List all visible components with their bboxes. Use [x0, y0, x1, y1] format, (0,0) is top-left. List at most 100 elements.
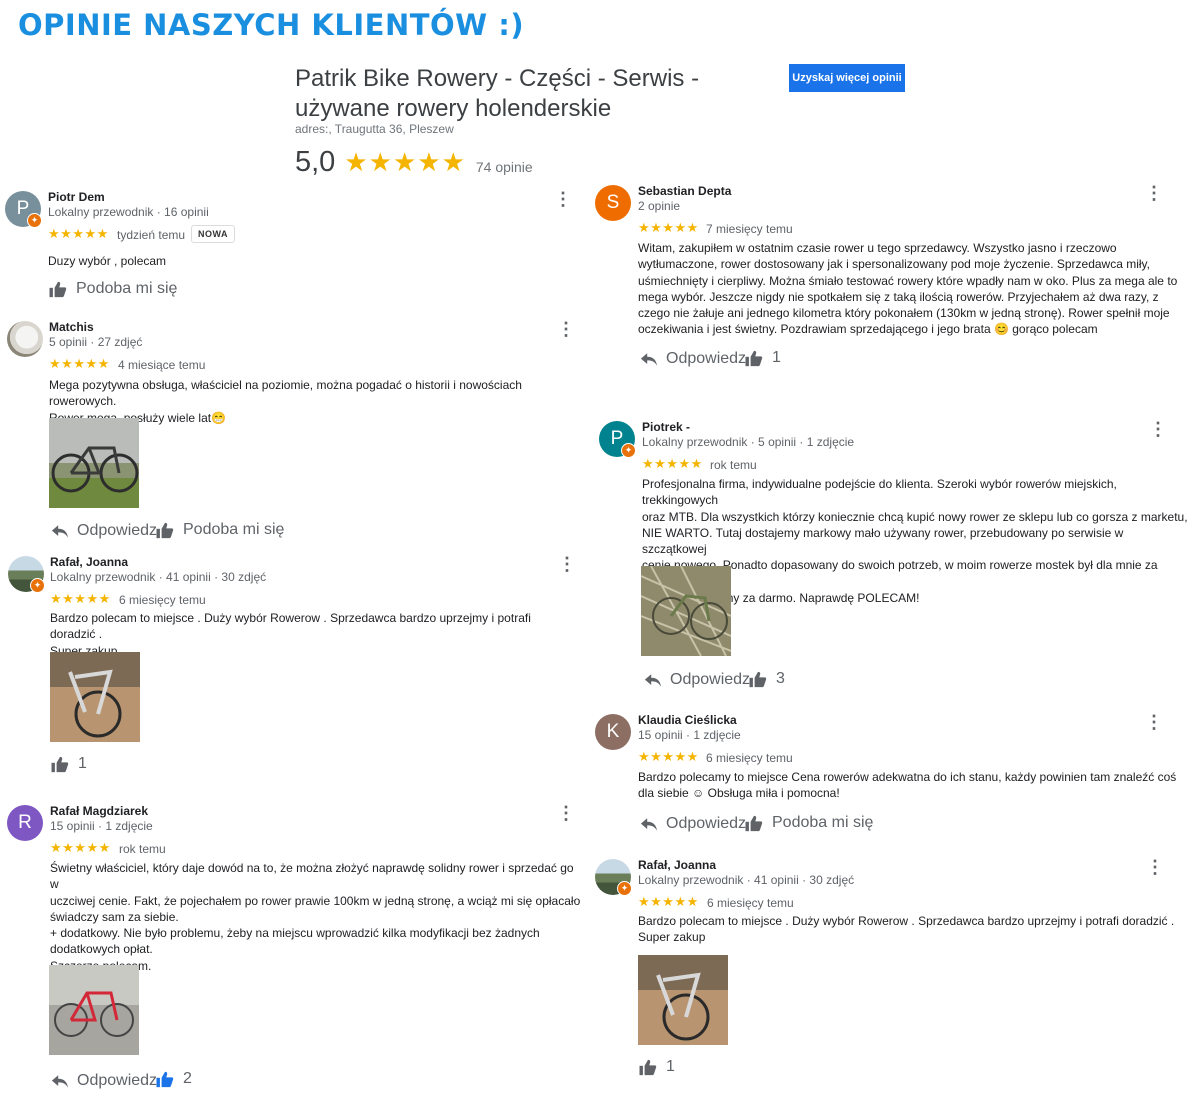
review-photo[interactable]	[49, 965, 139, 1055]
review-stars: ★★★★★	[50, 591, 111, 606]
reply-icon	[51, 1074, 69, 1089]
like-button[interactable]: 1	[638, 1058, 675, 1076]
review-time: 6 miesięcy temu	[119, 593, 206, 607]
reply-icon	[640, 817, 658, 832]
review-time: 7 miesięcy temu	[706, 222, 793, 236]
review-stars: ★★★★★	[49, 356, 110, 371]
avatar[interactable]: S	[595, 185, 631, 221]
reviewer-meta: Lokalny przewodnik · 41 opinii · 30 zdję…	[638, 873, 855, 887]
reply-button[interactable]: Odpowiedz	[51, 522, 157, 540]
like-button[interactable]: 1	[50, 755, 87, 773]
avatar[interactable]: K	[595, 714, 631, 750]
thumbs-up-icon	[155, 1071, 175, 1088]
avatar[interactable]	[7, 321, 43, 357]
reply-button[interactable]: Odpowiedz	[640, 350, 746, 368]
more-options-icon[interactable]	[557, 319, 575, 341]
reviewer-meta: 15 opinii · 1 zdjęcie	[638, 728, 741, 742]
local-guide-badge-icon: ✦	[621, 443, 636, 458]
reply-button[interactable]: Odpowiedz	[644, 671, 750, 689]
review-photo[interactable]	[49, 418, 139, 508]
reply-label: Odpowiedz	[666, 350, 747, 367]
reply-label: Odpowiedz	[77, 1072, 158, 1089]
reviewer-meta: Lokalny przewodnik · 16 opinii	[48, 205, 209, 219]
bike-photo-image	[49, 418, 139, 508]
more-options-icon[interactable]	[1149, 419, 1167, 441]
review-text: Bardzo polecamy to miejsce Cena rowerów …	[638, 770, 1177, 801]
like-button[interactable]: Podoba mi się	[48, 280, 177, 298]
like-label: Podoba mi się	[772, 814, 874, 831]
more-options-icon[interactable]	[1145, 183, 1163, 205]
review-rafal-joanna-2: ✦ Rafał, Joanna Lokalny przewodnik · 41 …	[595, 857, 1185, 1079]
like-count: 3	[776, 670, 785, 687]
reviewer-name[interactable]: Piotrek -	[642, 420, 690, 434]
avatar[interactable]: R	[7, 805, 43, 841]
review-text: Duzy wybór , polecam	[48, 254, 167, 268]
more-options-icon[interactable]	[558, 554, 576, 576]
reviewer-name[interactable]: Sebastian Depta	[638, 184, 731, 198]
reply-icon	[51, 524, 69, 539]
review-count[interactable]: 74 opinie	[476, 159, 533, 175]
reviewer-name[interactable]: Rafał Magdziarek	[50, 804, 148, 818]
get-more-reviews-button[interactable]: Uzyskaj więcej opinii	[789, 64, 905, 92]
bike-photo-image	[638, 955, 728, 1045]
reply-icon	[640, 352, 658, 367]
like-count: 1	[78, 755, 87, 772]
like-button[interactable]: 3	[748, 670, 785, 688]
local-guide-badge-icon: ✦	[617, 881, 632, 896]
thumbs-up-icon	[744, 350, 764, 367]
more-options-icon[interactable]	[1146, 857, 1164, 879]
review-sebastian-depta: S Sebastian Depta 2 opinie ★★★★★ 7 miesi…	[595, 183, 1185, 370]
review-stars: ★★★★★	[638, 894, 699, 909]
business-title: Patrik Bike Rowery - Części - Serwis - u…	[295, 65, 700, 122]
review-matchis: Matchis 5 opinii · 27 zdjęć ★★★★★ 4 mies…	[7, 319, 582, 546]
reviewer-meta: 5 opinii · 27 zdjęć	[49, 335, 143, 349]
reviewer-name[interactable]: Klaudia Cieślicka	[638, 713, 737, 727]
review-photo[interactable]	[638, 955, 728, 1045]
like-button[interactable]: 1	[744, 349, 781, 367]
reply-button[interactable]: Odpowiedz	[640, 815, 746, 833]
review-stars: ★★★★★	[48, 226, 109, 241]
review-text: Witam, zakupiłem w ostatnim czasie rower…	[638, 241, 1178, 337]
bike-photo-image	[50, 652, 140, 742]
more-options-icon[interactable]	[557, 803, 575, 825]
reply-icon	[644, 673, 662, 688]
like-button[interactable]: Podoba mi się	[155, 521, 284, 539]
review-stars: ★★★★★	[50, 840, 111, 855]
reviewer-meta: 2 opinie	[638, 199, 681, 213]
rating-stars: ★★★★★	[344, 147, 466, 177]
review-stars: ★★★★★	[638, 749, 699, 764]
reviewer-name[interactable]: Rafał, Joanna	[638, 858, 716, 872]
reviewer-meta: Lokalny przewodnik · 41 opinii · 30 zdję…	[50, 570, 267, 584]
reviewer-name[interactable]: Piotr Dem	[48, 190, 105, 204]
like-button[interactable]: Podoba mi się	[744, 814, 873, 832]
bike-photo-image	[641, 566, 731, 656]
review-klaudia-cieslicka: K Klaudia Cieślicka 15 opinii · 1 zdjęci…	[595, 712, 1185, 834]
reviewer-name[interactable]: Matchis	[49, 320, 94, 334]
reply-button[interactable]: Odpowiedz	[51, 1072, 157, 1090]
review-time: 6 miesięcy temu	[706, 751, 793, 765]
review-piotrek: P ✦ Piotrek - Lokalny przewodnik · 5 opi…	[599, 419, 1189, 696]
local-guide-badge-icon: ✦	[27, 213, 42, 228]
reply-label: Odpowiedz	[77, 522, 158, 539]
thumbs-up-icon	[48, 281, 68, 298]
new-badge: NOWA	[191, 225, 235, 243]
rating-value: 5,0	[295, 146, 336, 178]
like-count: 1	[666, 1058, 675, 1075]
business-address: adres:, Traugutta 36, Pleszew	[295, 122, 454, 136]
local-guide-badge-icon: ✦	[30, 578, 45, 593]
business-rating: 5,0 ★★★★★ 74 opinie	[295, 146, 533, 179]
reviewer-name[interactable]: Rafał, Joanna	[50, 555, 128, 569]
review-time: 4 miesiące temu	[118, 358, 206, 372]
more-options-icon[interactable]	[554, 189, 572, 211]
review-photo[interactable]	[50, 652, 140, 742]
like-label: Podoba mi się	[76, 280, 178, 297]
review-text: Bardzo polecam to miejsce . Duży wybór R…	[638, 914, 1175, 945]
review-photo[interactable]	[641, 566, 731, 656]
like-button[interactable]: 2	[155, 1070, 192, 1088]
thumbs-up-icon	[744, 815, 764, 832]
more-options-icon[interactable]	[1145, 712, 1163, 734]
reviewer-meta: 15 opinii · 1 zdjęcie	[50, 819, 153, 833]
review-rafal-magdziarek: R Rafał Magdziarek 15 opinii · 1 zdjęcie…	[7, 803, 582, 1095]
reply-label: Odpowiedz	[670, 671, 751, 688]
reviewer-meta: Lokalny przewodnik · 5 opinii · 1 zdjęci…	[642, 435, 855, 449]
